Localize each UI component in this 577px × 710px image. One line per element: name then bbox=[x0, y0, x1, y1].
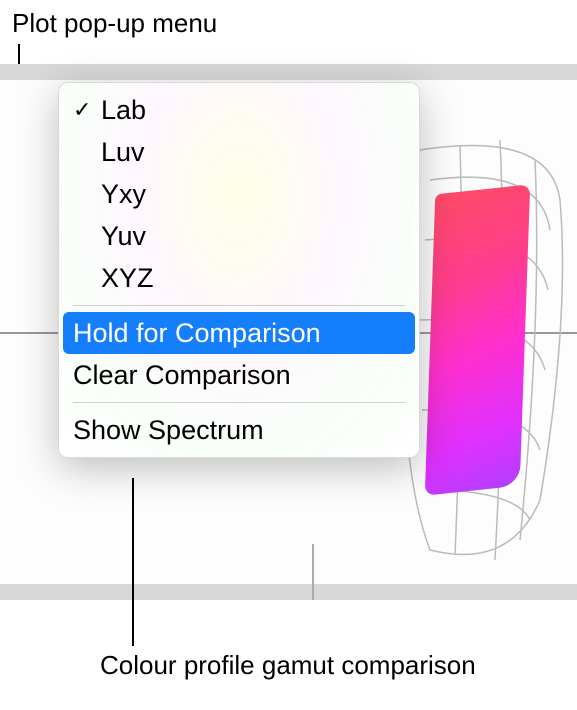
checkmark-icon: ✓ bbox=[73, 97, 101, 123]
menu-divider bbox=[73, 305, 405, 306]
menu-item-label: XYZ bbox=[101, 263, 154, 294]
menu-item-show-spectrum[interactable]: Show Spectrum bbox=[59, 409, 419, 451]
menu-item-label: Luv bbox=[101, 137, 145, 168]
gamut-color-volume bbox=[425, 184, 530, 495]
menu-item-label: Show Spectrum bbox=[73, 415, 264, 446]
annotation-plot-menu: Plot pop-up menu bbox=[12, 8, 217, 39]
menu-item-label: Yxy bbox=[101, 179, 146, 210]
axis-vertical bbox=[312, 544, 314, 600]
menu-item-yxy[interactable]: Yxy bbox=[59, 173, 419, 215]
plot-popup-menu[interactable]: ✓ Lab Luv Yxy Yuv XYZ Hold for Compariso… bbox=[58, 82, 420, 458]
annotation-gamut-comparison: Colour profile gamut comparison bbox=[100, 650, 476, 681]
menu-item-luv[interactable]: Luv bbox=[59, 131, 419, 173]
menu-item-label: Lab bbox=[101, 95, 146, 126]
menu-item-label: Clear Comparison bbox=[73, 360, 291, 391]
menu-item-label: Yuv bbox=[101, 221, 146, 252]
menu-item-label: Hold for Comparison bbox=[73, 318, 321, 349]
menu-item-lab[interactable]: ✓ Lab bbox=[59, 89, 419, 131]
menu-item-clear-comparison[interactable]: Clear Comparison bbox=[59, 354, 419, 396]
menu-item-hold-comparison[interactable]: Hold for Comparison bbox=[63, 312, 415, 354]
menu-item-xyz[interactable]: XYZ bbox=[59, 257, 419, 299]
callout-line bbox=[132, 478, 134, 646]
menu-divider bbox=[73, 402, 405, 403]
menu-item-yuv[interactable]: Yuv bbox=[59, 215, 419, 257]
